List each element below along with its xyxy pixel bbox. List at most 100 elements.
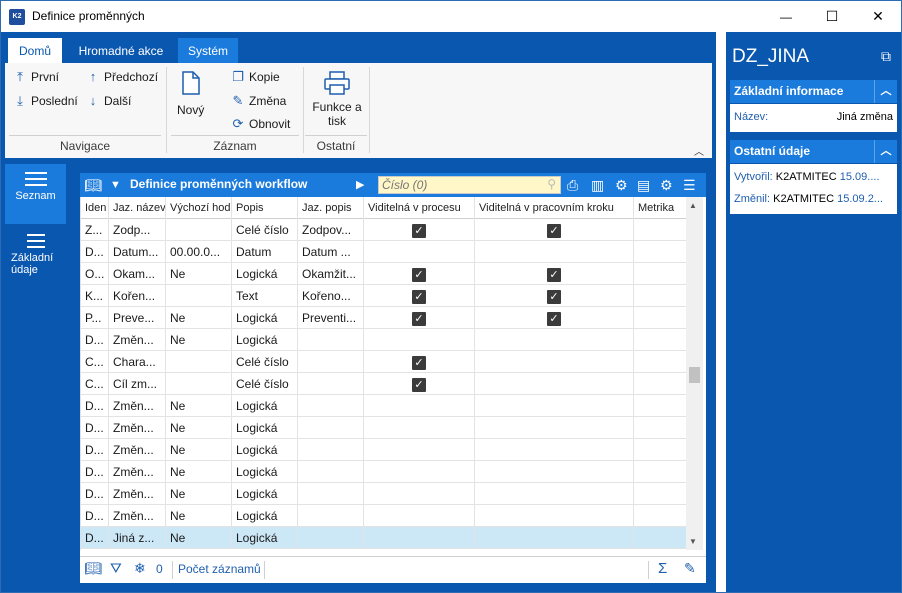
table-cell-id[interactable]: D... (81, 483, 109, 505)
table-cell-metric[interactable] (634, 373, 687, 395)
search-box[interactable]: ⚲ (378, 176, 561, 194)
table-cell-default[interactable]: 00.00.0... (166, 241, 232, 263)
col-header-jaz-nazev[interactable]: Jaz. název (109, 197, 166, 219)
table-cell-metric[interactable] (634, 263, 687, 285)
table-cell-desc[interactable]: Logická (232, 395, 298, 417)
table-cell-metric[interactable] (634, 505, 687, 527)
record-count-label[interactable]: Počet záznamů (178, 562, 261, 576)
checkbox-cell[interactable] (364, 527, 475, 549)
settings-icon[interactable]: ⚙ (660, 176, 673, 194)
table-cell-name[interactable]: Kořen... (109, 285, 166, 307)
changed-user[interactable]: K2ATMITEC (773, 193, 834, 205)
table-cell-id[interactable]: D... (81, 439, 109, 461)
columns-icon[interactable]: ▤ (637, 176, 650, 194)
table-cell-default[interactable]: Ne (166, 263, 232, 285)
change-button[interactable]: ✎ Změna (231, 93, 287, 109)
table-cell-id[interactable]: D... (81, 417, 109, 439)
table-cell-lang-desc[interactable] (298, 417, 364, 439)
checkbox-cell[interactable] (364, 505, 475, 527)
checkbox-cell[interactable] (364, 241, 475, 263)
new-button[interactable]: Nový (177, 71, 204, 117)
checkbox-cell[interactable] (475, 439, 634, 461)
filter-icon[interactable]: ⛛ (110, 560, 122, 577)
table-row[interactable]: D... Změn... Ne Logická (81, 439, 687, 461)
table-cell-desc[interactable]: Logická (232, 527, 298, 549)
gears-icon[interactable]: ⚙ (615, 176, 628, 194)
created-user[interactable]: K2ATMITEC (776, 171, 837, 183)
table-cell-name[interactable]: Změn... (109, 417, 166, 439)
print-icon[interactable]: ⎙ (567, 176, 578, 194)
table-row[interactable]: D... Změn... Ne Logická (81, 329, 687, 351)
table-cell-lang-desc[interactable] (298, 483, 364, 505)
col-header-popis[interactable]: Popis (232, 197, 298, 219)
table-cell-name[interactable]: Změn... (109, 483, 166, 505)
table-cell-lang-desc[interactable] (298, 505, 364, 527)
table-cell-metric[interactable] (634, 329, 687, 351)
table-cell-desc[interactable]: Logická (232, 461, 298, 483)
checkbox-cell[interactable] (364, 329, 475, 351)
table-cell-lang-desc[interactable] (298, 439, 364, 461)
table-cell-id[interactable]: D... (81, 329, 109, 351)
checkbox-cell[interactable] (364, 417, 475, 439)
table-row[interactable]: O... Okam... Ne Logická Okamžit... ✓ ✓ (81, 263, 687, 285)
chevron-down-icon[interactable]: ▼ (110, 176, 121, 194)
table-cell-id[interactable]: K... (81, 285, 109, 307)
table-cell-name[interactable]: Změn... (109, 395, 166, 417)
close-button[interactable]: ✕ (855, 1, 901, 32)
checkbox-cell[interactable] (364, 439, 475, 461)
table-cell-metric[interactable] (634, 417, 687, 439)
table-cell-lang-desc[interactable] (298, 329, 364, 351)
checkbox-cell[interactable] (475, 417, 634, 439)
checkbox-cell[interactable]: ✓ (364, 351, 475, 373)
table-cell-lang-desc[interactable] (298, 373, 364, 395)
table-cell-name[interactable]: Změn... (109, 329, 166, 351)
table-cell-lang-desc[interactable] (298, 395, 364, 417)
table-cell-name[interactable]: Změn... (109, 461, 166, 483)
table-cell-id[interactable]: D... (81, 395, 109, 417)
table-cell-default[interactable]: Ne (166, 461, 232, 483)
table-cell-desc[interactable]: Logická (232, 417, 298, 439)
first-button[interactable]: ⤒ První (13, 69, 59, 85)
book-icon[interactable]: 📖︎ (84, 176, 102, 194)
table-cell-desc[interactable]: Logická (232, 307, 298, 329)
minimize-button[interactable]: — (763, 1, 809, 32)
scroll-down-icon[interactable]: ▼ (689, 537, 697, 546)
table-cell-id[interactable]: D... (81, 241, 109, 263)
table-cell-metric[interactable] (634, 241, 687, 263)
table-cell-desc[interactable]: Logická (232, 329, 298, 351)
table-cell-name[interactable]: Cíl zm... (109, 373, 166, 395)
table-cell-name[interactable]: Zodp... (109, 219, 166, 241)
table-row[interactable]: Z... Zodp... Celé číslo Zodpov... ✓ ✓ (81, 219, 687, 241)
table-row[interactable]: K... Kořen... Text Kořeno... ✓ ✓ (81, 285, 687, 307)
table-cell-id[interactable]: O... (81, 263, 109, 285)
table-cell-id[interactable]: P... (81, 307, 109, 329)
collapse-ribbon-icon[interactable]: ︿ (694, 143, 704, 158)
table-cell-name[interactable]: Změn... (109, 505, 166, 527)
col-header-vychozi-hodnota[interactable]: Výchozí hod (166, 197, 232, 219)
table-cell-lang-desc[interactable]: Kořeno... (298, 285, 364, 307)
table-cell-id[interactable]: D... (81, 505, 109, 527)
edit-pencil-icon[interactable]: ✎ (684, 560, 696, 577)
table-row[interactable]: P... Preve... Ne Logická Preventi... ✓ ✓ (81, 307, 687, 329)
table-cell-default[interactable] (166, 219, 232, 241)
tab-hromadne-akce[interactable]: Hromadné akce (69, 38, 173, 64)
table-cell-default[interactable] (166, 351, 232, 373)
table-cell-name[interactable]: Okam... (109, 263, 166, 285)
table-cell-name[interactable]: Změn... (109, 439, 166, 461)
table-cell-default[interactable] (166, 285, 232, 307)
table-row[interactable]: D... Změn... Ne Logická (81, 505, 687, 527)
bar-chart-icon[interactable]: ▥ (591, 176, 604, 194)
table-cell-lang-desc[interactable]: Okamžit... (298, 263, 364, 285)
table-cell-metric[interactable] (634, 395, 687, 417)
table-cell-default[interactable]: Ne (166, 527, 232, 549)
table-cell-default[interactable]: Ne (166, 307, 232, 329)
table-cell-lang-desc[interactable]: Preventi... (298, 307, 364, 329)
checkbox-cell[interactable]: ✓ (475, 263, 634, 285)
checkbox-cell[interactable]: ✓ (364, 285, 475, 307)
checkbox-cell[interactable]: ✓ (475, 285, 634, 307)
panel-splitter[interactable] (716, 32, 726, 592)
section-header-other[interactable]: Ostatní údaje ︿ (730, 140, 897, 163)
table-cell-metric[interactable] (634, 285, 687, 307)
table-cell-metric[interactable] (634, 439, 687, 461)
checkbox-cell[interactable] (475, 351, 634, 373)
